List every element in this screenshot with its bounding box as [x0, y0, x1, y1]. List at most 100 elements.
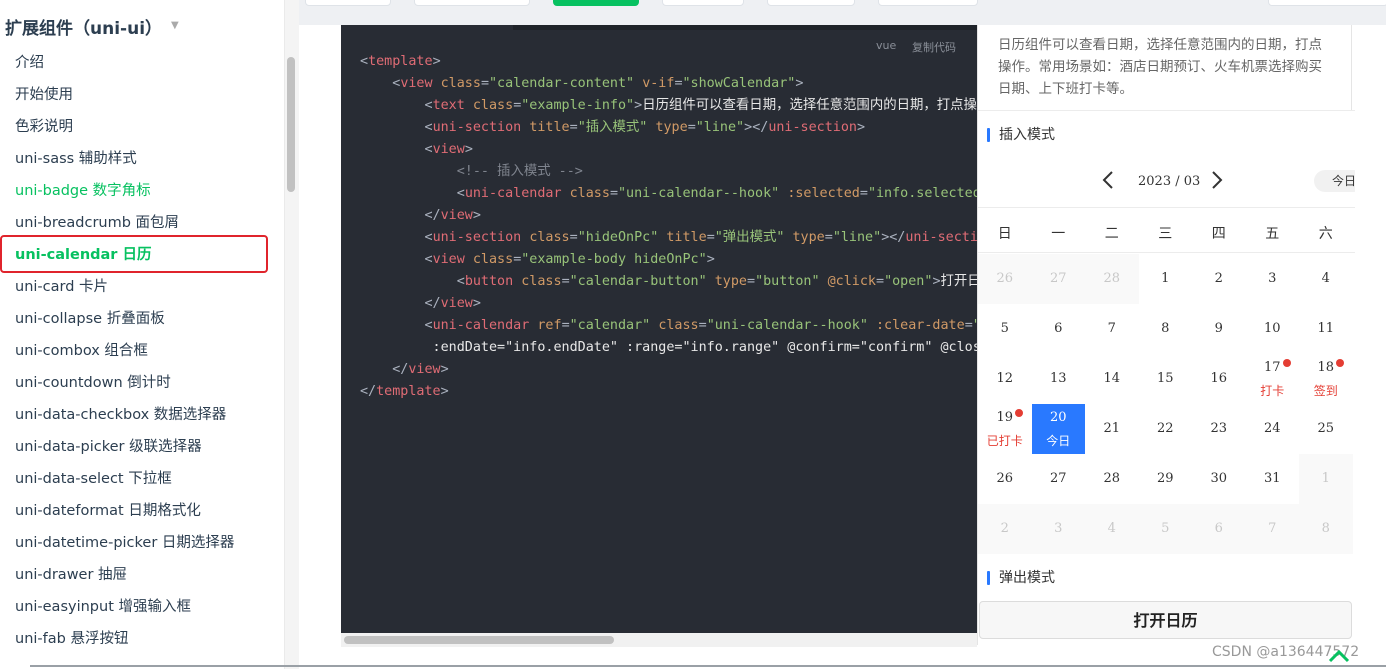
calendar-day[interactable]: 18 签到	[1299, 354, 1353, 404]
calendar-day[interactable]: 17 打卡	[1246, 354, 1300, 404]
calendar-day[interactable]: 13	[1032, 354, 1086, 404]
code-line: <uni-section class="hideOnPc" title="弹出模…	[424, 230, 978, 245]
calendar-header: 2023 / 03 今日	[978, 162, 1355, 202]
calendar-day[interactable]: 4	[1299, 254, 1353, 304]
calendar-day[interactable]: 5	[1138, 504, 1192, 554]
sidebar-item[interactable]: 介绍	[0, 47, 285, 79]
calendar-day[interactable]: 28	[1085, 254, 1139, 304]
code-scrollbar-thumb[interactable]	[344, 636, 614, 644]
weekday-label: 六	[1318, 226, 1333, 242]
sidebar-item[interactable]: uni-easyinput 增强输入框	[0, 591, 285, 623]
code-line: <view class="calendar-content" v-if="sho…	[392, 76, 804, 91]
code-line: :endDate="info.endDate" :range="info.ran…	[432, 340, 977, 355]
calendar-day[interactable]: 26	[978, 454, 1032, 504]
calendar-day[interactable]: 30	[1192, 454, 1246, 504]
calendar-day[interactable]: 1	[1299, 454, 1353, 504]
top-nav-button[interactable]	[878, 0, 978, 6]
calendar-day[interactable]: 6	[1032, 304, 1086, 354]
calendar-day[interactable]: 20 今日	[1031, 404, 1085, 454]
top-nav-search[interactable]	[1268, 0, 1386, 6]
day-number: 30	[1210, 471, 1228, 486]
calendar-day[interactable]: 8	[1299, 504, 1353, 554]
calendar-day[interactable]: 27	[1031, 254, 1085, 304]
day-number: 22	[1156, 421, 1174, 436]
calendar-day[interactable]: 21	[1085, 404, 1139, 454]
sidebar-item[interactable]: uni-breadcrumb 面包屑	[0, 207, 285, 239]
calendar-day[interactable]: 6	[1192, 504, 1246, 554]
calendar-day[interactable]: 7	[1245, 504, 1299, 554]
sidebar: 扩展组件（uni-ui） ▼ 介绍 开始使用 色彩说明 uni-sass 辅助样式 un…	[0, 0, 286, 669]
code-lines: <template> <view class="calendar-content…	[360, 51, 977, 403]
calendar-day[interactable]: 27	[1032, 454, 1086, 504]
divider	[978, 207, 1355, 208]
calendar-day[interactable]: 3	[1246, 254, 1300, 304]
section-title-popup: 弹出模式	[987, 569, 1055, 587]
calendar-day[interactable]: 28	[1085, 454, 1139, 504]
sidebar-item[interactable]: uni-badge 数字角标	[0, 175, 285, 207]
calendar-day[interactable]: 25	[1299, 404, 1353, 454]
sidebar-item[interactable]: uni-collapse 折叠面板	[0, 303, 285, 335]
sidebar-item[interactable]: uni-dateformat 日期格式化	[0, 495, 285, 527]
calendar-day[interactable]: 14	[1085, 354, 1139, 404]
calendar-day[interactable]: 26	[978, 254, 1032, 304]
top-nav-button[interactable]	[767, 0, 855, 6]
calendar-day[interactable]: 3	[1031, 504, 1085, 554]
calendar-day[interactable]: 22	[1139, 404, 1193, 454]
calendar-day[interactable]: 15	[1139, 354, 1193, 404]
day-number: 8	[1321, 521, 1330, 536]
calendar-day[interactable]: 11	[1299, 304, 1353, 354]
sidebar-item[interactable]: uni-data-picker 级联选择器	[0, 431, 285, 463]
calendar-day[interactable]: 24	[1246, 404, 1300, 454]
calendar-day[interactable]: 31	[1246, 454, 1300, 504]
calendar-day[interactable]: 1	[1139, 254, 1193, 304]
calendar-day[interactable]: 2	[1192, 254, 1246, 304]
day-number: 29	[1156, 471, 1174, 486]
top-nav-button[interactable]	[305, 0, 391, 6]
day-number: 2	[1214, 271, 1223, 286]
calendar-day[interactable]: 9	[1192, 304, 1246, 354]
sidebar-item[interactable]: uni-sass 辅助样式	[0, 143, 285, 175]
chevron-up-icon[interactable]	[1327, 648, 1351, 668]
sidebar-scrollbar-thumb[interactable]	[287, 57, 295, 192]
calendar-day[interactable]: 4	[1085, 504, 1139, 554]
sidebar-item[interactable]: uni-countdown 倒计时	[0, 367, 285, 399]
open-calendar-button[interactable]: 打开日历	[979, 601, 1352, 639]
sidebar-item[interactable]: 色彩说明	[0, 111, 285, 143]
calendar-day[interactable]: 8	[1139, 304, 1193, 354]
sidebar-item[interactable]: uni-datetime-picker 日期选择器	[0, 527, 285, 559]
sidebar-item[interactable]: uni-card 卡片	[0, 271, 285, 303]
day-number: 4	[1107, 521, 1116, 536]
calendar-day[interactable]: 5	[978, 304, 1032, 354]
back-to-today-button[interactable]: 今日	[1314, 170, 1355, 192]
calendar-day[interactable]: 23	[1192, 404, 1246, 454]
calendar-day[interactable]: 19 已打卡	[978, 404, 1032, 454]
top-nav-button[interactable]	[414, 0, 530, 6]
code-line: <text class="example-info">日历组件可以查看日期，选择…	[424, 98, 978, 113]
calendar-day[interactable]: 29	[1139, 454, 1193, 504]
calendar-day[interactable]: 12	[978, 354, 1032, 404]
calendar-day[interactable]: 7	[1085, 304, 1139, 354]
sidebar-item[interactable]: 开始使用	[0, 79, 285, 111]
sidebar-item[interactable]: uni-data-select 下拉框	[0, 463, 285, 495]
day-number: 25	[1317, 421, 1335, 436]
top-nav-button[interactable]	[662, 0, 744, 6]
chevron-down-icon[interactable]: ▼	[171, 20, 179, 31]
sidebar-item[interactable]: uni-fab 悬浮按钮	[0, 623, 285, 655]
day-number: 5	[1000, 321, 1009, 336]
calendar-day[interactable]: 10	[1246, 304, 1300, 354]
chevron-right-icon[interactable]	[1211, 170, 1223, 194]
day-mark: 签到	[1313, 384, 1338, 398]
sidebar-item[interactable]: uni-drawer 抽屉	[0, 559, 285, 591]
sidebar-item[interactable]: uni-calendar 日历	[0, 239, 285, 271]
sidebar-item[interactable]: uni-data-checkbox 数据选择器	[0, 399, 285, 431]
day-number: 26	[996, 271, 1014, 286]
chevron-left-icon[interactable]	[1102, 170, 1114, 194]
sidebar-item[interactable]: uni-combox 组合框	[0, 335, 285, 367]
day-number: 28	[1103, 471, 1121, 486]
top-nav-button-active[interactable]	[553, 0, 639, 6]
sidebar-section-title[interactable]: 扩展组件（uni-ui）	[5, 14, 162, 39]
calendar-day[interactable]: 16	[1192, 354, 1246, 404]
divider	[978, 252, 1355, 253]
code-line: <!-- 插入模式 -->	[360, 164, 583, 179]
calendar-day[interactable]: 2	[978, 504, 1032, 554]
